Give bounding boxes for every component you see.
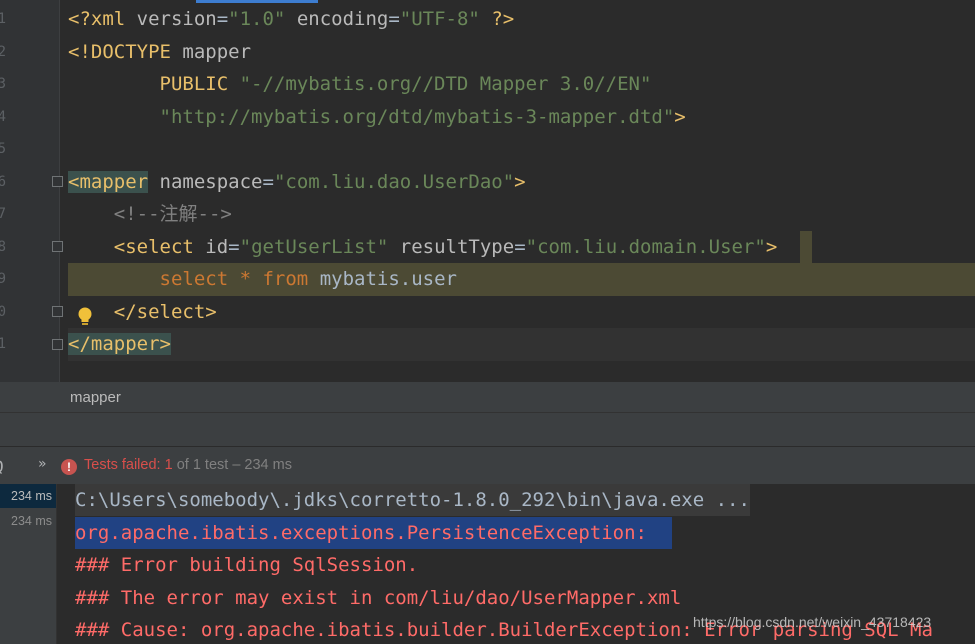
console-line: ### The error may exist in com/liu/dao/U… bbox=[75, 587, 682, 609]
sql-from-keyword: from bbox=[251, 268, 309, 290]
run-toolbar: Q » ! Tests failed: 1 of 1 test – 234 ms bbox=[0, 446, 975, 485]
attr-encoding: encoding bbox=[296, 8, 389, 30]
line-number: 5 bbox=[0, 141, 6, 157]
status-failed-count: 1 bbox=[164, 457, 173, 473]
code-line-2: <!DOCTYPE mapper bbox=[68, 36, 251, 68]
editor-gutter[interactable]: 1 2 3 4 5 6 7 8 9 0 1 bbox=[0, 0, 60, 382]
doctype-open: <!DOCTYPE bbox=[68, 41, 183, 63]
attr-namespace: namespace bbox=[159, 171, 263, 193]
code-editor[interactable]: 1 2 3 4 5 6 7 8 9 0 1 <?xml version="1.0… bbox=[0, 0, 975, 382]
equals: = bbox=[228, 236, 240, 258]
value-encoding: "UTF-8" bbox=[399, 8, 480, 30]
tag-close: > bbox=[514, 171, 526, 193]
tag-match-highlight bbox=[800, 231, 812, 263]
gutter-separator bbox=[59, 0, 60, 382]
line-number: 0 bbox=[0, 304, 6, 320]
attr-resulttype: resultType bbox=[388, 236, 515, 258]
lightbulb-icon[interactable] bbox=[76, 306, 94, 328]
value-resulttype: "com.liu.domain.User" bbox=[525, 236, 766, 258]
select-close-tag: </select> bbox=[113, 301, 217, 323]
test-status: Tests failed: 1 of 1 test – 234 ms bbox=[84, 457, 292, 473]
line-number: 7 bbox=[0, 206, 6, 222]
tree-item[interactable]: 234 ms bbox=[0, 509, 56, 533]
fold-marker-icon[interactable] bbox=[52, 241, 63, 252]
value-version: "1.0" bbox=[228, 8, 286, 30]
line-number: 1 bbox=[0, 11, 6, 27]
sql-star: * bbox=[239, 268, 252, 290]
status-summary: of 1 test – 234 ms bbox=[172, 457, 292, 473]
status-failed-label: Tests failed: bbox=[84, 457, 165, 473]
system-id: "http://mybatis.org/dtd/mybatis-3-mapper… bbox=[159, 106, 675, 128]
equals: = bbox=[216, 8, 229, 30]
search-icon[interactable]: Q bbox=[0, 457, 4, 476]
doctype-name: mapper bbox=[182, 41, 252, 63]
console-line: C:\Users\somebody\.jdks\corretto-1.8.0_2… bbox=[75, 484, 750, 516]
value-id: "getUserList" bbox=[239, 236, 389, 258]
tag-close: > bbox=[765, 236, 778, 258]
sql-table-name: mybatis.user bbox=[308, 268, 457, 290]
chevron-right-double-icon[interactable]: » bbox=[38, 456, 47, 472]
fold-marker-icon[interactable] bbox=[52, 339, 63, 350]
code-line-7: <!--注解--> bbox=[68, 198, 232, 230]
equals: = bbox=[514, 236, 526, 258]
breadcrumb-bar: mapper bbox=[0, 382, 975, 412]
line-number: 9 bbox=[0, 271, 6, 287]
line-number: 3 bbox=[0, 76, 6, 92]
console-line: org.apache.ibatis.exceptions.Persistence… bbox=[75, 517, 673, 549]
fold-marker-icon[interactable] bbox=[52, 306, 63, 317]
fold-marker-icon[interactable] bbox=[52, 176, 63, 187]
test-tree[interactable]: 234 ms 234 ms bbox=[0, 484, 57, 644]
equals: = bbox=[262, 171, 274, 193]
line-number: 4 bbox=[0, 109, 6, 125]
watermark: https://blog.csdn.net/weixin_43718423 bbox=[693, 614, 932, 630]
tree-item[interactable]: 234 ms bbox=[0, 484, 56, 508]
sql-select-keyword: select bbox=[159, 268, 240, 290]
xml-decl-close: ?> bbox=[479, 8, 515, 30]
line-number: 8 bbox=[0, 239, 6, 255]
code-line-4: "http://mybatis.org/dtd/mybatis-3-mapper… bbox=[68, 101, 686, 133]
xml-comment: <!--注解--> bbox=[113, 203, 232, 225]
line-number: 6 bbox=[0, 174, 6, 190]
xml-decl-open: <?xml bbox=[68, 8, 137, 30]
code-line-3: PUBLIC "-//mybatis.org//DTD Mapper 3.0//… bbox=[68, 68, 652, 100]
attr-version: version bbox=[136, 8, 217, 30]
mapper-close-tag: </mapper> bbox=[68, 333, 171, 355]
code-line-11: </mapper> bbox=[68, 328, 171, 360]
attr-id: id bbox=[193, 236, 229, 258]
code-line-1: <?xml version="1.0" encoding="UTF-8" ?> bbox=[68, 3, 514, 35]
code-line-9: select * from mybatis.user bbox=[68, 263, 457, 295]
line-number: 2 bbox=[0, 44, 6, 60]
line-number: 1 bbox=[0, 336, 6, 352]
code-line-6: <mapper namespace="com.liu.dao.UserDao"> bbox=[68, 166, 526, 198]
error-icon: ! bbox=[61, 459, 77, 475]
breadcrumb-item-mapper[interactable]: mapper bbox=[70, 389, 121, 406]
equals: = bbox=[388, 8, 400, 30]
doctype-close: > bbox=[674, 106, 686, 128]
current-line-highlight bbox=[68, 328, 975, 361]
value-namespace: "com.liu.dao.UserDao" bbox=[273, 171, 515, 193]
select-open-tag: <select bbox=[113, 236, 194, 258]
mapper-open-tag: <mapper bbox=[68, 171, 149, 193]
tool-window-header bbox=[0, 412, 975, 447]
code-line-8: <select id="getUserList" resultType="com… bbox=[68, 231, 778, 263]
console-line: ### Error building SqlSession. bbox=[75, 554, 419, 576]
public-id: "-//mybatis.org//DTD Mapper 3.0//EN" bbox=[239, 73, 652, 95]
public-keyword: PUBLIC bbox=[159, 73, 240, 95]
